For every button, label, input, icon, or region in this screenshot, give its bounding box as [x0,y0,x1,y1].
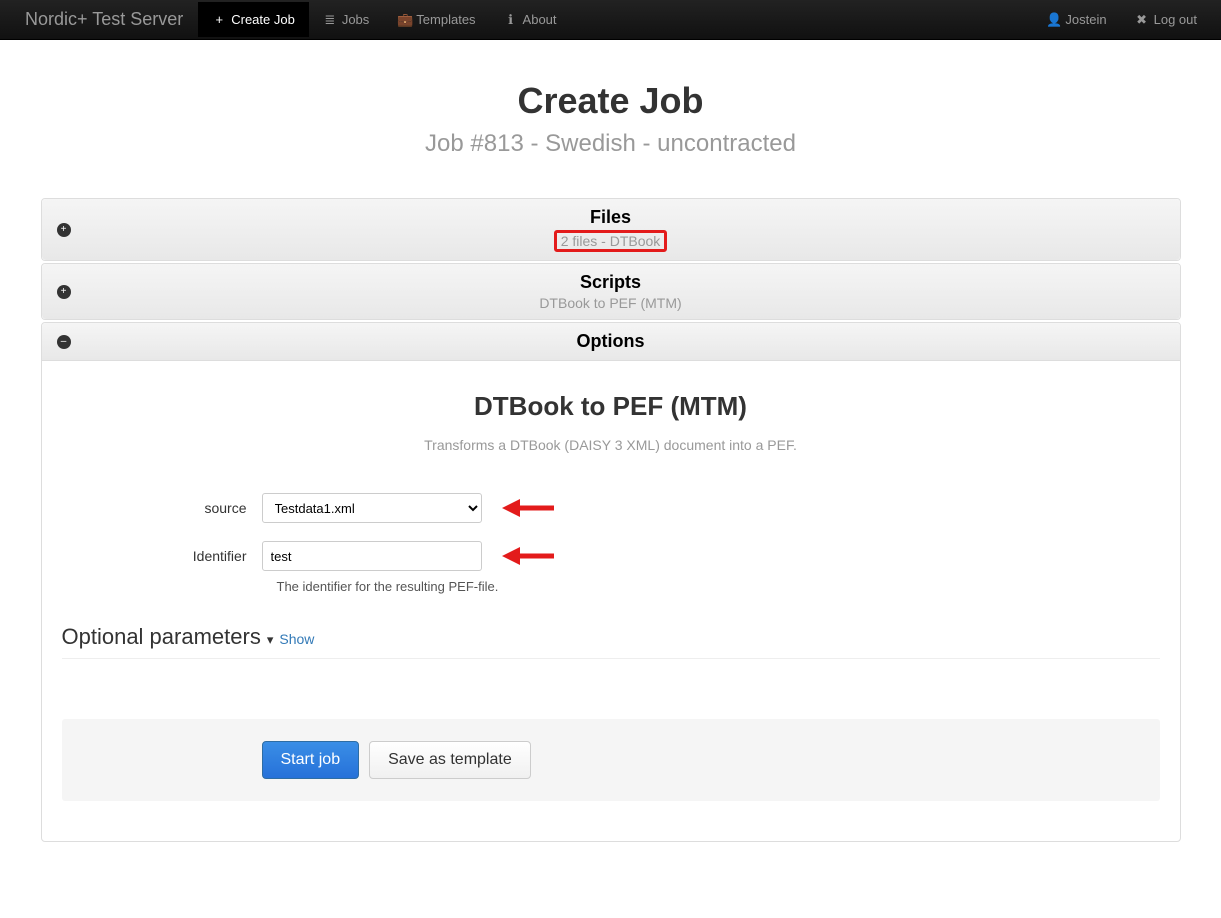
user-label: Jostein [1065,12,1106,27]
nav-about[interactable]: ℹ About [490,2,571,38]
nav-logout[interactable]: ✖ Log out [1121,2,1211,38]
close-icon: ✖ [1135,12,1149,28]
panel-files: + Files 2 files - DTBook [41,198,1181,261]
brand[interactable]: Nordic+ Test Server [10,0,198,40]
collapse-icon: – [57,335,71,349]
start-job-button[interactable]: Start job [262,741,360,779]
nav-user[interactable]: 👤 Jostein [1032,2,1120,38]
panel-options-heading[interactable]: – Options [42,323,1180,361]
identifier-input[interactable] [262,541,482,571]
optional-parameters: Optional parameters ▾ Show [62,624,1160,659]
arrow-annotation-icon [502,493,558,523]
expand-icon: + [57,223,71,237]
panel-scripts-subtitle: DTBook to PEF (MTM) [57,295,1165,311]
panel-scripts: + Scripts DTBook to PEF (MTM) [41,263,1181,320]
panel-scripts-heading[interactable]: + Scripts DTBook to PEF (MTM) [42,264,1180,319]
nav-label: Jobs [342,12,369,27]
panel-options-title: Options [57,331,1165,352]
form-row-source: source Testdata1.xml [62,493,1160,523]
nav-list: + Create Job ≣ Jobs 💼 Templates ℹ About [198,2,570,38]
panel-files-subtitle: 2 files - DTBook [554,230,668,252]
nav-label: About [523,12,557,27]
user-icon: 👤 [1046,12,1060,28]
nav-templates[interactable]: 💼 Templates [383,2,489,38]
nav-jobs[interactable]: ≣ Jobs [309,2,383,38]
page-header: Create Job Job #813 - Swedish - uncontra… [41,80,1181,158]
chevron-down-icon: ▾ [267,632,274,648]
nav-create-job[interactable]: + Create Job [198,2,309,37]
source-select[interactable]: Testdata1.xml [262,493,482,523]
nav-label: Create Job [231,12,295,27]
identifier-help: The identifier for the resulting PEF-fil… [277,579,1160,594]
optional-title: Optional parameters [62,624,261,650]
nav-label: Templates [416,12,475,27]
section-desc: Transforms a DTBook (DAISY 3 XML) docume… [62,437,1160,453]
section-title: DTBook to PEF (MTM) [62,391,1160,422]
logout-label: Log out [1154,12,1197,27]
info-icon: ℹ [504,12,518,28]
list-icon: ≣ [323,12,337,28]
panel-files-title: Files [57,207,1165,228]
save-template-button[interactable]: Save as template [369,741,531,779]
panel-files-heading[interactable]: + Files 2 files - DTBook [42,199,1180,260]
briefcase-icon: 💼 [397,12,411,28]
source-label: source [62,500,262,516]
navbar-right: 👤 Jostein ✖ Log out [1032,2,1211,38]
plus-icon: + [212,12,226,27]
arrow-annotation-icon [502,541,558,571]
page-title: Create Job [41,80,1181,122]
show-link[interactable]: Show [279,631,314,647]
navbar: Nordic+ Test Server + Create Job ≣ Jobs … [0,0,1221,40]
page-subtitle: Job #813 - Swedish - uncontracted [41,130,1181,158]
panel-options-body: DTBook to PEF (MTM) Transforms a DTBook … [42,361,1180,841]
panel-options: – Options DTBook to PEF (MTM) Transforms… [41,322,1181,842]
action-bar: Start job Save as template [62,719,1160,801]
panel-scripts-title: Scripts [57,272,1165,293]
identifier-label: Identifier [62,548,262,564]
expand-icon: + [57,285,71,299]
form-row-identifier: Identifier [62,541,1160,571]
